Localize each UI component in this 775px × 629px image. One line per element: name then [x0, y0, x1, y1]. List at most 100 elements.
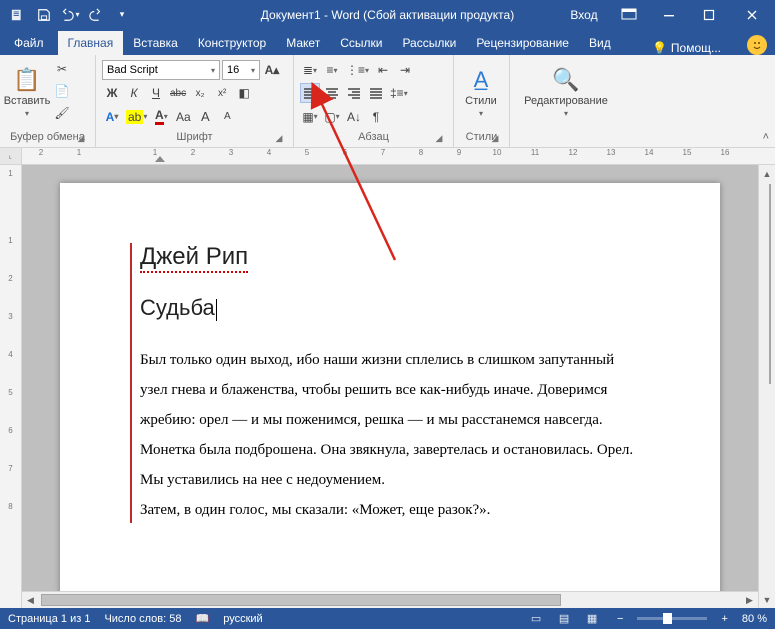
paragraph-dialog-launcher-icon[interactable]: ◢ — [433, 132, 445, 144]
increase-indent-icon[interactable]: ⇥ — [395, 60, 415, 80]
text-effects-icon[interactable]: A▾ — [102, 107, 122, 127]
tab-view[interactable]: Вид — [579, 31, 621, 55]
signin-link[interactable]: Вход — [559, 0, 609, 29]
numbering-icon[interactable]: ≡▾ — [322, 60, 342, 80]
tab-file[interactable]: Файл — [0, 31, 58, 55]
qat-customize-icon[interactable]: ▾ — [110, 3, 134, 27]
read-mode-icon[interactable]: ▭ — [525, 611, 547, 627]
bullets-icon[interactable]: ≣▾ — [300, 60, 320, 80]
scroll-h-thumb[interactable] — [41, 594, 561, 606]
tab-insert[interactable]: Вставка — [123, 31, 188, 55]
scroll-left-icon[interactable]: ◀ — [22, 592, 39, 608]
tab-mailings[interactable]: Рассылки — [392, 31, 466, 55]
scrollbar-vertical[interactable]: ▲ ▼ — [758, 165, 775, 608]
font-color-icon[interactable]: A▾ — [151, 107, 171, 127]
ruler-vertical[interactable]: 112345678 — [0, 165, 22, 608]
multilevel-icon[interactable]: ⋮≡▾ — [344, 60, 371, 80]
editing-button[interactable]: 🔍 Редактирование ▾ — [516, 59, 616, 125]
italic-button[interactable]: К — [124, 83, 144, 103]
status-page[interactable]: Страница 1 из 1 — [8, 613, 90, 625]
close-icon[interactable] — [729, 0, 775, 29]
styles-button[interactable]: A̲ Стили ▾ — [460, 59, 502, 125]
zoom-value[interactable]: 80 % — [742, 613, 767, 625]
scroll-right-icon[interactable]: ▶ — [741, 592, 758, 608]
grow-font-icon[interactable]: A▴ — [262, 60, 282, 80]
align-center-icon[interactable] — [322, 83, 342, 103]
print-layout-icon[interactable]: ▤ — [553, 611, 575, 627]
tab-home[interactable]: Главная — [58, 31, 124, 55]
clipboard-icon: 📋 — [13, 67, 40, 93]
redo-icon[interactable] — [84, 3, 108, 27]
zoom-slider[interactable] — [637, 617, 707, 620]
clear-format-icon[interactable]: ◧ — [234, 83, 254, 103]
sort-icon[interactable]: A↓ — [344, 107, 364, 127]
doc-body-1[interactable]: Был только один выход, ибо наши жизни сп… — [140, 345, 640, 495]
minimize-icon[interactable] — [649, 0, 689, 29]
group-font: Bad Script▾ 16▾ A▴ Ж К Ч abc x₂ x² ◧ A▾ … — [96, 55, 294, 147]
styles-dialog-launcher-icon[interactable]: ◢ — [489, 132, 501, 144]
superscript-button[interactable]: x² — [212, 83, 232, 103]
align-right-icon[interactable] — [344, 83, 364, 103]
page[interactable]: Джей Рип Судьба Был только один выход, и… — [60, 183, 720, 608]
decrease-indent-icon[interactable]: ⇤ — [373, 60, 393, 80]
zoom-out-icon[interactable]: − — [617, 613, 623, 625]
scrollbar-horizontal[interactable]: ◀ ▶ — [22, 591, 758, 608]
show-marks-icon[interactable]: ¶ — [366, 107, 386, 127]
first-line-indent-icon[interactable] — [155, 156, 165, 162]
feedback-smiley-icon[interactable] — [747, 35, 767, 55]
status-language[interactable]: русский — [223, 613, 262, 625]
justify-icon[interactable] — [366, 83, 386, 103]
spellcheck-icon[interactable]: 📖 — [196, 612, 210, 625]
undo-icon[interactable]: ▾ — [58, 3, 82, 27]
maximize-icon[interactable] — [689, 0, 729, 29]
shading-icon[interactable]: ▦▾ — [300, 107, 320, 127]
tab-layout[interactable]: Макет — [276, 31, 330, 55]
group-font-label: Шрифт — [176, 131, 212, 143]
status-bar: Страница 1 из 1 Число слов: 58 📖 русский… — [0, 608, 775, 629]
tab-review[interactable]: Рецензирование — [466, 31, 579, 55]
scroll-down-icon[interactable]: ▼ — [759, 591, 775, 608]
shrink-font-icon[interactable]: A — [217, 107, 237, 127]
font-size-combo[interactable]: 16▾ — [222, 60, 260, 80]
scroll-up-icon[interactable]: ▲ — [759, 165, 775, 182]
save-icon[interactable] — [32, 3, 56, 27]
tab-design[interactable]: Конструктор — [188, 31, 276, 55]
paste-button[interactable]: 📋 Вставить ▾ — [6, 59, 48, 125]
ribbon-display-options-icon[interactable] — [609, 0, 649, 29]
cut-icon[interactable]: ✂ — [52, 59, 72, 79]
font-name-value: Bad Script — [107, 64, 158, 76]
change-case-button[interactable]: Aa — [173, 107, 193, 127]
tell-me[interactable]: 💡 Помощ... — [652, 41, 729, 55]
status-wordcount[interactable]: Число слов: 58 — [104, 613, 181, 625]
word-app-icon[interactable] — [6, 3, 30, 27]
ruler-horizontal[interactable]: ˪ 2112345678910111213141516 — [0, 148, 775, 165]
font-dialog-launcher-icon[interactable]: ◢ — [273, 132, 285, 144]
font-name-combo[interactable]: Bad Script▾ — [102, 60, 220, 80]
styles-icon: A̲ — [474, 67, 489, 93]
strike-button[interactable]: abc — [168, 83, 188, 103]
document-area[interactable]: Джей Рип Судьба Был только один выход, и… — [22, 165, 758, 608]
zoom-in-icon[interactable]: + — [721, 613, 727, 625]
bold-button[interactable]: Ж — [102, 83, 122, 103]
clipboard-dialog-launcher-icon[interactable]: ◢ — [75, 132, 87, 144]
scroll-v-thumb[interactable] — [769, 184, 771, 384]
line-spacing-icon[interactable]: ‡≡▾ — [388, 83, 410, 103]
subscript-button[interactable]: x₂ — [190, 83, 210, 103]
doc-body-2[interactable]: Затем, в один голос, мы сказали: «Может,… — [140, 495, 640, 525]
highlight-color-icon[interactable]: ab▾ — [124, 107, 149, 127]
styles-label: Стили — [465, 95, 497, 107]
doc-heading[interactable]: Джей Рип — [140, 243, 640, 273]
scroll-h-track[interactable] — [39, 592, 741, 608]
underline-button[interactable]: Ч — [146, 83, 166, 103]
zoom-knob[interactable] — [663, 613, 672, 624]
collapse-ribbon-icon[interactable]: ˄ — [763, 131, 769, 143]
tab-references[interactable]: Ссылки — [330, 31, 392, 55]
doc-subheading[interactable]: Судьба — [140, 295, 640, 321]
grow-font2-icon[interactable]: A — [195, 107, 215, 127]
format-painter-icon[interactable]: 🖌 — [52, 103, 72, 123]
web-layout-icon[interactable]: ▦ — [581, 611, 603, 627]
text-cursor — [216, 299, 217, 321]
borders-icon[interactable]: ▢▾ — [322, 107, 342, 127]
align-left-icon[interactable] — [300, 83, 320, 103]
copy-icon[interactable]: 📄 — [52, 81, 72, 101]
